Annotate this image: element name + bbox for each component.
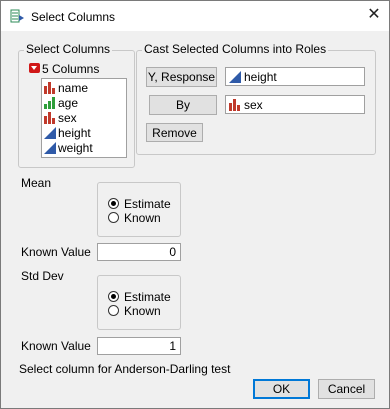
anderson-darling-label: Select column for Anderson-Darling test <box>19 362 231 376</box>
cancel-button[interactable]: Cancel <box>318 379 375 399</box>
by-field[interactable]: sex <box>225 95 365 114</box>
app-icon <box>10 9 24 23</box>
y-response-field[interactable]: height <box>225 67 365 86</box>
mean-label: Mean <box>21 176 52 190</box>
column-item-weight[interactable]: weight <box>42 141 126 156</box>
close-icon[interactable]: ✕ <box>365 6 383 24</box>
continuous-icon <box>44 127 56 139</box>
mean-known-value-input[interactable]: 0 <box>97 243 181 261</box>
std-dev-known-value-label: Known Value <box>21 339 91 353</box>
column-count-label: 5 Columns <box>42 62 100 76</box>
radio-selected-icon[interactable] <box>108 198 119 209</box>
column-item-sex[interactable]: sex <box>42 111 126 126</box>
column-item-height[interactable]: height <box>42 126 126 141</box>
select-columns-label: Select Columns <box>24 42 113 56</box>
column-list[interactable]: name age sex height weight <box>41 78 127 158</box>
column-item-age[interactable]: age <box>42 96 126 111</box>
radio-unselected-icon[interactable] <box>108 305 119 316</box>
remove-button[interactable]: Remove <box>146 123 203 142</box>
nominal-icon <box>44 82 55 94</box>
std-dev-known-value-input[interactable]: 1 <box>97 337 181 355</box>
dialog-window: Select Columns ✕ Select Columns 5 Column… <box>0 0 390 409</box>
column-item-name[interactable]: name <box>42 81 126 96</box>
window-title: Select Columns <box>31 10 116 24</box>
std-dev-radio-group: Estimate Known <box>97 275 181 330</box>
ok-button[interactable]: OK <box>253 379 310 399</box>
radio-selected-icon[interactable] <box>108 291 119 302</box>
mean-radio-group: Estimate Known <box>97 182 181 237</box>
radio-unselected-icon[interactable] <box>108 212 119 223</box>
roles-group-label: Cast Selected Columns into Roles <box>142 42 329 56</box>
ordinal-icon <box>44 97 55 109</box>
continuous-icon <box>229 71 241 83</box>
continuous-icon <box>44 142 56 154</box>
std-dev-label: Std Dev <box>21 269 64 283</box>
mean-known-value-label: Known Value <box>21 245 91 259</box>
title-bar: Select Columns ✕ <box>1 1 389 31</box>
column-menu-icon[interactable] <box>29 63 40 73</box>
y-response-button[interactable]: Y, Response <box>146 67 217 87</box>
nominal-icon <box>44 112 55 124</box>
nominal-icon <box>229 99 240 111</box>
by-button[interactable]: By <box>149 95 217 115</box>
